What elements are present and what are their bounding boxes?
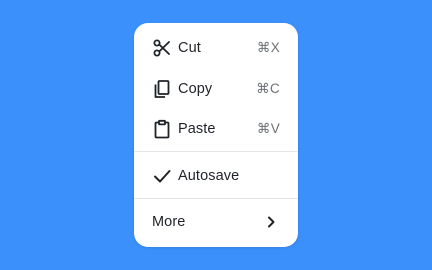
keyboard-shortcut: ⌘X <box>256 40 280 55</box>
menu-item-paste[interactable]: Paste ⌘V <box>134 109 298 149</box>
keyboard-shortcut: ⌘V <box>256 121 280 136</box>
menu-item-more[interactable]: More <box>134 202 298 242</box>
scissors-icon <box>152 38 172 58</box>
menu-item-label: Copy <box>178 81 213 97</box>
context-menu: Cut ⌘X Copy ⌘C Paste ⌘V Autosave More <box>134 23 298 247</box>
menu-divider <box>134 198 298 199</box>
menu-item-autosave[interactable]: Autosave <box>134 156 298 196</box>
copy-icon <box>152 79 172 99</box>
menu-item-label: More <box>152 214 186 230</box>
chevron-right-icon <box>264 215 278 229</box>
checkmark-icon <box>152 166 172 186</box>
menu-item-label: Autosave <box>178 168 240 184</box>
menu-divider <box>134 151 298 152</box>
menu-item-label: Paste <box>178 121 216 137</box>
keyboard-shortcut: ⌘C <box>256 81 280 96</box>
clipboard-icon <box>152 119 172 139</box>
menu-item-label: Cut <box>178 40 201 56</box>
menu-item-cut[interactable]: Cut ⌘X <box>134 28 298 68</box>
menu-item-copy[interactable]: Copy ⌘C <box>134 69 298 109</box>
